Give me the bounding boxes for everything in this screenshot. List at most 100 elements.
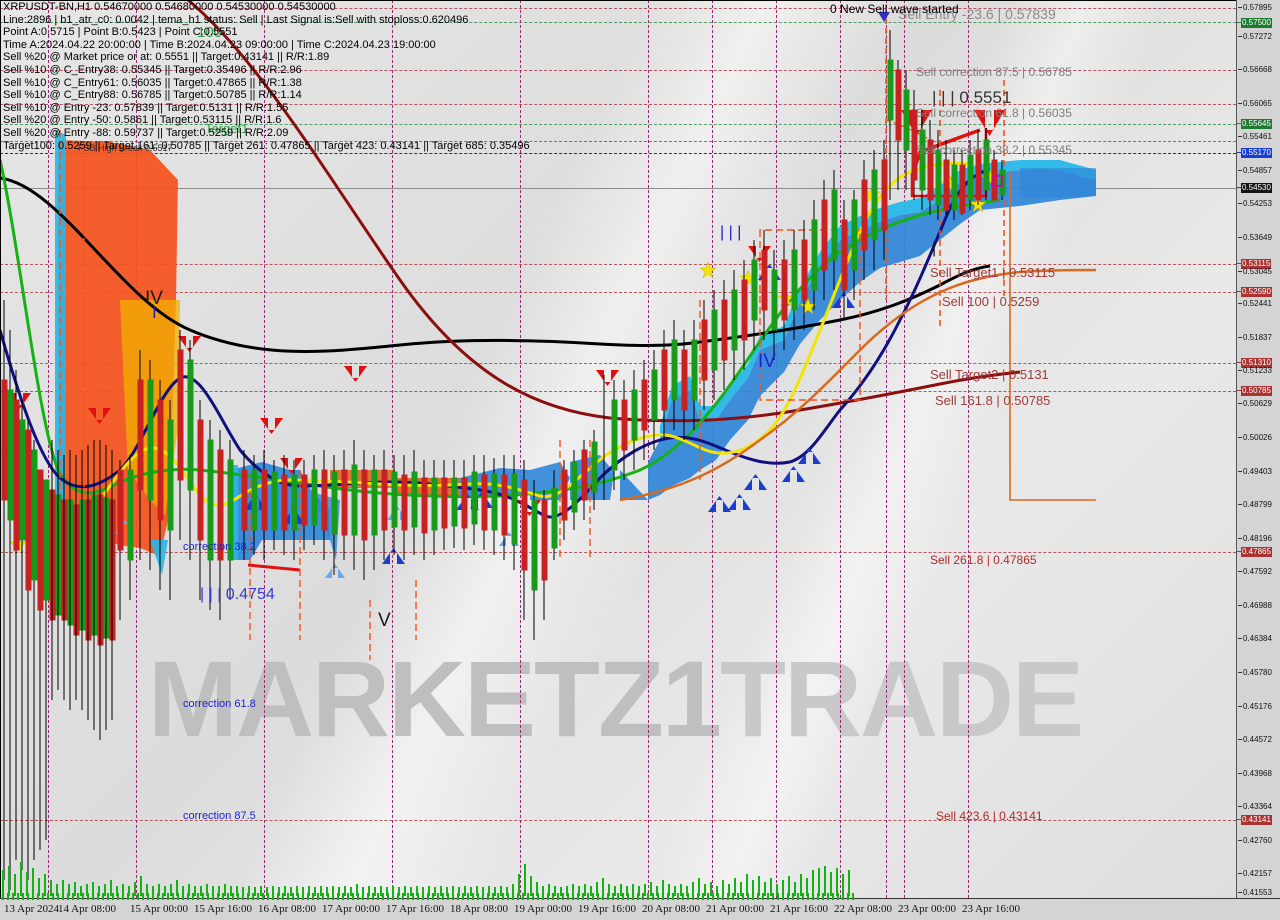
price-tick-0.53649: 0.53649 (1237, 233, 1280, 243)
price-tick-mark (1238, 504, 1242, 505)
price-tick-label: 0.45176 (1243, 702, 1272, 711)
time-tick-label: 17 Apr 00:00 (322, 903, 381, 915)
price-tick-mark (1238, 538, 1242, 539)
price-tick-0.50785: 0.50785 (1237, 386, 1280, 396)
time-tick-label: 22 Apr 08:00 (834, 903, 893, 915)
price-tick-label: 0.46988 (1243, 601, 1272, 610)
wave-mark-i-right: | (932, 240, 937, 257)
price-tick-label: 0.44572 (1243, 735, 1272, 744)
time-tick-label: 23 Apr 00:00 (898, 903, 957, 915)
price-tick-0.55170: 0.55170 (1237, 148, 1280, 158)
price-tick-label: 0.51233 (1243, 366, 1272, 375)
price-tick-0.51233: 0.51233 (1237, 366, 1280, 376)
price-tick-label: 0.43364 (1243, 802, 1272, 811)
price-tick-label: 0.57272 (1243, 32, 1272, 41)
price-tick-0.56668: 0.56668 (1237, 65, 1280, 75)
price-tick-mark (1238, 237, 1242, 238)
price-tick-0.42157: 0.42157 (1237, 869, 1280, 879)
price-tick-0.43364: 0.43364 (1237, 802, 1280, 812)
price-tick-0.54253: 0.54253 (1237, 199, 1280, 209)
wave-mark-iv-right: IV (758, 351, 776, 372)
price-tick-0.41553: 0.41553 (1237, 888, 1280, 898)
price-tick-mark (1238, 672, 1242, 673)
header-line-9: Sell %20 @ Entry -88: 0.59737 || Target:… (3, 126, 289, 139)
price-tick-mark (1238, 605, 1242, 606)
price-tick-label: 0.48196 (1243, 534, 1272, 543)
price-tick-mark (1238, 69, 1242, 70)
price-tick-mark (1238, 103, 1242, 104)
time-axis[interactable]: 13 Apr 2024 14 Apr 08:00 15 Apr 00:00 15 Ap… (0, 893, 1280, 920)
price-tick-0.43968: 0.43968 (1237, 769, 1280, 779)
time-tick-label: 19 Apr 00:00 (514, 903, 573, 915)
price-tick-label: 0.54530 (1241, 183, 1272, 193)
price-tick-0.50629: 0.50629 (1237, 399, 1280, 409)
price-tick-label: 0.50629 (1243, 399, 1272, 408)
sell-correction-618-label: Sell correction 61.8 | 0.56035 (916, 106, 1072, 120)
price-tick-label: 0.47865 (1241, 547, 1272, 557)
price-tick-0.47592: 0.47592 (1237, 567, 1280, 577)
price-tick-label: 0.52590 (1241, 287, 1272, 297)
sell-2618-label: Sell 261.8 | 0.47865 (930, 553, 1037, 567)
price-tick-0.51837: 0.51837 (1237, 333, 1280, 343)
price-tick-0.42760: 0.42760 (1237, 836, 1280, 846)
price-tick-label: 0.55170 (1241, 148, 1272, 158)
time-tick-label: 18 Apr 08:00 (450, 903, 509, 915)
correction-382-label: correction 38.2 (183, 541, 256, 553)
price-tick-label: 0.54253 (1243, 199, 1272, 208)
chart-plot-area[interactable]: MARKETZ1TRADE Sell Entry -23.6 | 0.57839… (0, 0, 1236, 898)
price-tick-label: 0.43141 (1241, 815, 1272, 825)
price-tick-label: 0.51837 (1243, 333, 1272, 342)
trading-chart-window[interactable]: MARKETZ1TRADE Sell Entry -23.6 | 0.57839… (0, 0, 1280, 920)
price-tick-0.56065: 0.56065 (1237, 99, 1280, 109)
price-tick-0.46384: 0.46384 (1237, 634, 1280, 644)
price-tick-mark (1238, 136, 1242, 137)
price-tick-label: 0.49403 (1243, 467, 1272, 476)
price-tick-0.54530: 0.54530 (1237, 183, 1280, 193)
wave-mark-i-left: I (152, 303, 157, 322)
price-tick-mark (1238, 203, 1242, 204)
price-tick-mark (1238, 170, 1242, 171)
price-tick-mark (1238, 873, 1242, 874)
time-tick-label: 16 Apr 08:00 (258, 903, 317, 915)
sell-1618-label: Sell 161.8 | 0.50785 (935, 393, 1051, 408)
price-tick-mark (1238, 437, 1242, 438)
price-tick-mark (1238, 739, 1242, 740)
price-tick-0.47865: 0.47865 (1237, 547, 1280, 557)
price-tick-0.48196: 0.48196 (1237, 534, 1280, 544)
header-line-8: Sell %20 @ Entry -50: 0.5861 || Target:0… (3, 114, 282, 127)
sell-target2-label: Sell Target2 | 0.5131 (930, 367, 1049, 382)
price-axis[interactable]: 0.57895 0.57500 0.57272 0.56668 0.56065 0.556… (1236, 0, 1280, 898)
header-line-10: Target100: 0.5259 || Target 161: 0.50785… (3, 139, 530, 152)
header-line-3: Sell %20 @ Market price or at: 0.5551 ||… (3, 51, 330, 64)
time-tick-strip (0, 893, 1236, 900)
price-tick-label: 0.43968 (1243, 769, 1272, 778)
price-tick-mark (1238, 840, 1242, 841)
price-tick-label: 0.50026 (1243, 433, 1272, 442)
time-tick-label: 15 Apr 00:00 (130, 903, 189, 915)
price-tick-0.46988: 0.46988 (1237, 601, 1280, 611)
price-tick-0.55461: 0.55461 (1237, 132, 1280, 142)
header-line-1: Point A:0.5715 | Point B:0.5423 | Point … (3, 26, 238, 39)
price-tick-mark (1238, 892, 1242, 893)
price-tick-0.57272: 0.57272 (1237, 32, 1280, 42)
chart-header-info: XRPUSDT-BN,H1 0.54670000 0.54680000 0.54… (3, 1, 530, 152)
time-tick-label: 21 Apr 00:00 (706, 903, 765, 915)
price-tick-0.50026: 0.50026 (1237, 433, 1280, 443)
time-tick-label: 20 Apr 08:00 (642, 903, 701, 915)
price-tick-0.44572: 0.44572 (1237, 735, 1280, 745)
price-tick-0.52441: 0.52441 (1237, 299, 1280, 309)
price-tick-label: 0.42157 (1243, 869, 1272, 878)
price-tick-label: 0.56065 (1243, 99, 1272, 108)
price-tick-label: 0.57895 (1243, 3, 1272, 12)
price-tick-0.54857: 0.54857 (1237, 166, 1280, 176)
header-line-0: Line:2896 | b1_atr_c0: 0.0042 | tema_h1 … (3, 13, 469, 26)
sell-correction-382-label: Sell correction 38.2 | 0.55345 (916, 143, 1072, 157)
price-tick-label: 0.47592 (1243, 567, 1272, 576)
price-tick-mark (1238, 370, 1242, 371)
sell-correction-875-label: Sell correction 87.5 | 0.56785 (916, 65, 1072, 79)
symbol-ohlc-line: XRPUSDT-BN,H1 0.54670000 0.54680000 0.54… (3, 1, 336, 13)
price-tick-label: 0.53045 (1243, 267, 1272, 276)
time-tick-label: 15 Apr 16:00 (194, 903, 253, 915)
price-tick-mark (1238, 773, 1242, 774)
price-tick-0.49403: 0.49403 (1237, 467, 1280, 477)
